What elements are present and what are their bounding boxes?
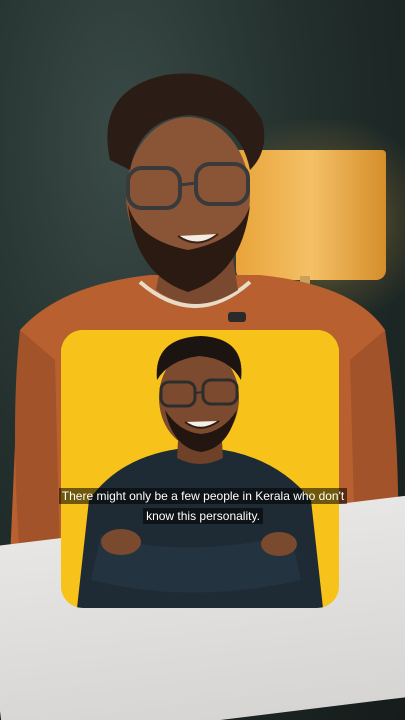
subtitle-text: There might only be a few people in Kera… bbox=[58, 488, 348, 524]
inset-photo bbox=[61, 330, 339, 608]
inset-person-figure bbox=[61, 330, 339, 608]
video-frame: There might only be a few people in Kera… bbox=[0, 0, 405, 720]
subtitle-caption: There might only be a few people in Kera… bbox=[48, 486, 358, 526]
